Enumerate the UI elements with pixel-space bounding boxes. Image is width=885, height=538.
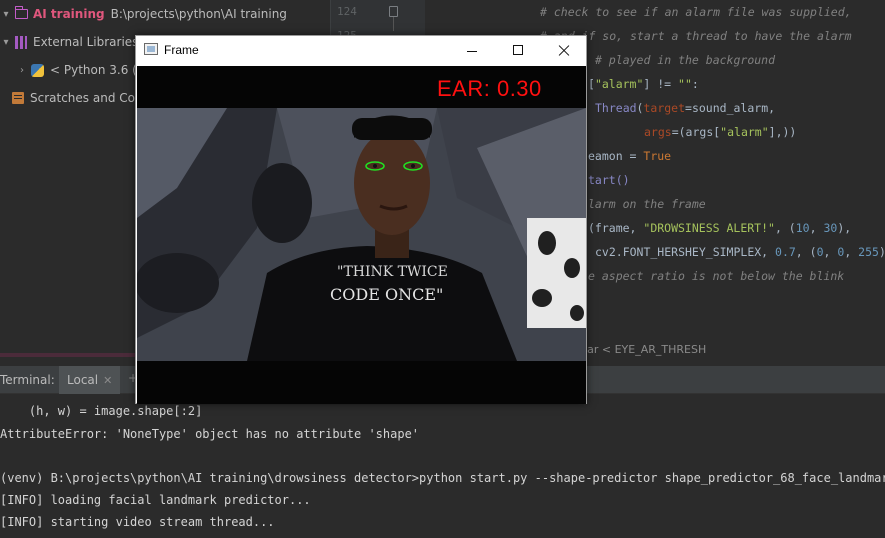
code-token: , ( xyxy=(795,245,817,259)
chevron-down-icon[interactable]: ▾ xyxy=(0,9,12,20)
code-token: e aspect ratio is not below the blink xyxy=(588,269,845,283)
terminal-output[interactable]: (h, w) = image.shape[:2] AttributeError:… xyxy=(0,394,885,538)
folder-icon xyxy=(14,6,28,19)
project-name: AI training xyxy=(33,7,105,21)
code-token: "DROWSINESS ALERT!" xyxy=(643,221,775,235)
window-titlebar[interactable]: Frame xyxy=(136,36,586,66)
close-icon[interactable]: ✕ xyxy=(103,374,112,387)
camera-image: "THINK TWICE CODE ONCE" xyxy=(137,108,586,361)
code-token: "alarm" xyxy=(594,77,644,91)
tab-local-label: Local xyxy=(67,373,99,387)
code-line: Thread(target=sound_alarm, xyxy=(595,101,775,115)
code-token: 10 xyxy=(795,221,810,235)
code-token: =(args[ xyxy=(671,125,721,139)
code-token: ) xyxy=(879,245,885,259)
code-token: [ xyxy=(588,77,595,91)
maximize-button[interactable] xyxy=(495,36,541,66)
code-line: eamon = True xyxy=(588,149,671,163)
code-token: 255 xyxy=(858,245,879,259)
python-icon xyxy=(31,63,44,77)
terminal-line: [INFO] loading facial landmark predictor… xyxy=(0,493,311,507)
python-sdk-label: < Python 3.6 (AI xyxy=(50,63,149,77)
code-line: tart() xyxy=(588,173,630,187)
code-line: cv2.FONT_HERSHEY_SIMPLEX, 0.7, (0, 0, 25… xyxy=(595,245,885,259)
video-frame: EAR: 0.30 "THINK TWICE CODE ONCE" xyxy=(137,66,586,404)
code-token: ],)) xyxy=(768,125,797,139)
code-token: : xyxy=(691,77,699,91)
code-token: , xyxy=(844,245,859,259)
code-line: args=(args["alarm"],)) xyxy=(644,125,796,139)
library-icon xyxy=(15,35,27,49)
code-token: 30 xyxy=(823,221,838,235)
shirt-text-line1: "THINK TWICE xyxy=(337,264,448,280)
code-token: larm on the frame xyxy=(588,197,706,211)
terminal-line: (h, w) = image.shape[:2] xyxy=(0,404,203,418)
code-token: ] != xyxy=(643,77,679,91)
code-line: # played in the background xyxy=(595,53,775,67)
editor-breadcrumb[interactable]: f ear < EYE_AR_THRESH xyxy=(573,343,706,356)
window-title: Frame xyxy=(164,43,199,57)
code-token: eamon = xyxy=(588,149,644,163)
tab-local[interactable]: Local ✕ xyxy=(59,366,121,394)
code-token: Thread xyxy=(595,101,637,115)
window-icon xyxy=(144,43,158,55)
code-line: (frame, "DROWSINESS ALERT!", (10, 30), xyxy=(588,221,851,235)
code-token: 0 xyxy=(816,245,824,259)
external-libraries-label: External Libraries xyxy=(33,35,139,49)
code-token: # played in the background xyxy=(595,53,776,67)
code-token: , xyxy=(809,221,824,235)
maximize-icon xyxy=(513,45,523,55)
chevron-right-icon[interactable]: › xyxy=(16,65,28,76)
code-token: =sound_alarm, xyxy=(685,101,776,115)
tree-item-scratches[interactable]: Scratches and Cons xyxy=(12,87,149,109)
minimize-icon xyxy=(467,51,477,52)
code-line: larm on the frame xyxy=(588,197,706,211)
line-number: 124 xyxy=(337,5,357,18)
project-path: B:\projects\python\AI training xyxy=(110,7,287,21)
code-token: "alarm" xyxy=(720,125,769,139)
ear-readout: EAR: 0.30 xyxy=(437,76,542,101)
webcam-scene: "THINK TWICE CODE ONCE" xyxy=(137,108,586,361)
code-token: 0.7 xyxy=(775,245,796,259)
terminal-label: Terminal: xyxy=(0,373,55,387)
code-line: ["alarm"] != "": xyxy=(588,77,699,91)
fold-marker-icon[interactable] xyxy=(389,6,398,17)
shirt-text-line2: CODE ONCE" xyxy=(330,285,443,304)
code-token: target xyxy=(643,101,686,115)
code-token: # check to see if an alarm file was supp… xyxy=(540,5,852,19)
chevron-down-icon[interactable]: ▾ xyxy=(0,37,12,48)
code-line: # check to see if an alarm file was supp… xyxy=(540,5,852,19)
code-token: ), xyxy=(837,221,852,235)
code-line: e aspect ratio is not below the blink xyxy=(588,269,844,283)
minimize-button[interactable] xyxy=(449,36,495,66)
tree-item-project[interactable]: ▾ AI training B:\projects\python\AI trai… xyxy=(0,3,287,25)
close-button[interactable] xyxy=(541,36,587,66)
tree-item-python-sdk[interactable]: › < Python 3.6 (AI xyxy=(16,59,149,81)
frame-window[interactable]: Frame EAR: 0.30 "THINK TWICE CODE ONCE" xyxy=(135,35,587,404)
code-token: True xyxy=(643,149,672,163)
code-token: tart() xyxy=(588,173,630,187)
terminal-line: (venv) B:\projects\python\AI training\dr… xyxy=(0,471,885,485)
code-token: args xyxy=(644,125,672,139)
terminal-line: AttributeError: 'NoneType' object has no… xyxy=(0,427,420,441)
code-token: "" xyxy=(678,77,692,91)
code-token: , ( xyxy=(774,221,796,235)
terminal-line: [INFO] starting video stream thread... xyxy=(0,515,275,529)
scratches-icon xyxy=(12,92,24,104)
scratches-label: Scratches and Cons xyxy=(30,91,149,105)
code-token: , xyxy=(823,245,838,259)
fold-guide xyxy=(393,17,394,31)
code-token: (frame, xyxy=(588,221,644,235)
tree-item-external-libraries[interactable]: ▾ External Libraries xyxy=(0,31,138,53)
panel-divider[interactable] xyxy=(0,353,135,357)
code-token: cv2.FONT_HERSHEY_SIMPLEX, xyxy=(595,245,776,259)
